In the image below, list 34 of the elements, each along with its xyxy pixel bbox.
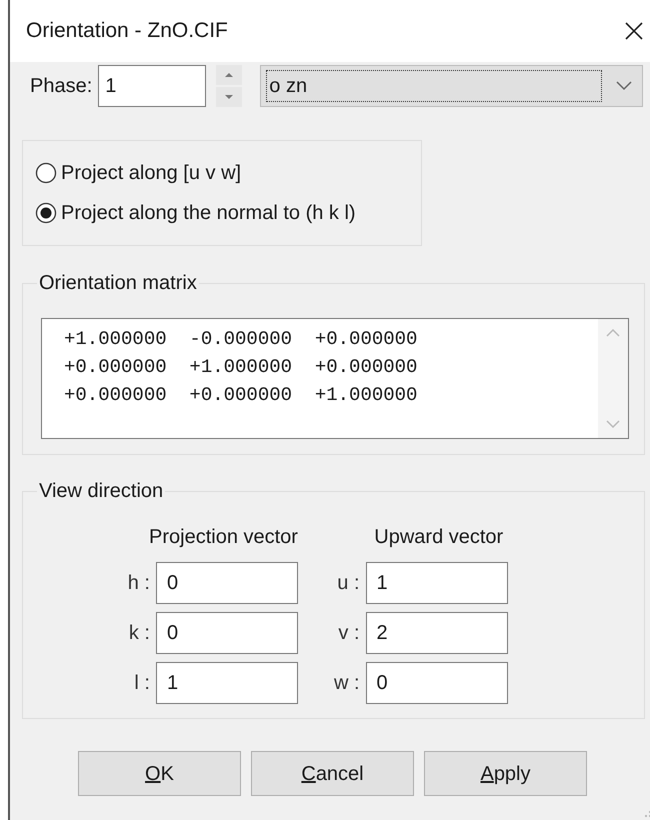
vector-field[interactable]: 0 [156,612,298,654]
field-label: v : [338,621,360,646]
dialog-button[interactable]: OK [78,751,241,796]
phase-label: Phase: [30,74,92,99]
vector-field[interactable]: 0 [156,562,298,604]
window-title: Orientation - ZnO.CIF [26,18,228,44]
matrix-row-text: +1.000000 -0.000000 +0.000000 [64,327,418,352]
radio-label[interactable]: Project along [u v w] [61,158,242,188]
column-heading: Projection vector [149,525,298,550]
vector-field[interactable]: 1 [366,562,508,604]
radio-label[interactable]: Project along the normal to (h k l) [61,198,356,228]
phase-field[interactable]: 1 [98,65,206,107]
chevron-down-icon [616,81,632,91]
down-arrow-icon[interactable] [224,94,234,100]
phase-dropdown[interactable]: o zn [260,65,644,107]
vector-field[interactable]: 2 [366,612,508,654]
field-label: k : [128,621,150,646]
close-icon[interactable] [624,21,644,41]
dialog-button[interactable]: Cancel [251,751,414,796]
field-label: h : [128,571,150,596]
dropdown-value: o zn [266,70,602,102]
field-label: u : [337,571,360,596]
dialog-button[interactable]: Apply [424,751,587,796]
field-label: w : [334,671,360,696]
field-label: l : [134,671,150,696]
matrix-row-text: +0.000000 +1.000000 +0.000000 [64,355,418,380]
up-arrow-icon[interactable] [224,72,234,78]
spin-button[interactable] [216,65,242,107]
vector-field[interactable]: 1 [156,662,298,704]
radio-button[interactable] [35,202,57,224]
column-heading: Upward vector [374,525,504,550]
vector-field[interactable]: 0 [366,662,508,704]
matrix-row-text: +0.000000 +0.000000 +1.000000 [64,383,418,408]
radio-button[interactable] [35,162,57,184]
